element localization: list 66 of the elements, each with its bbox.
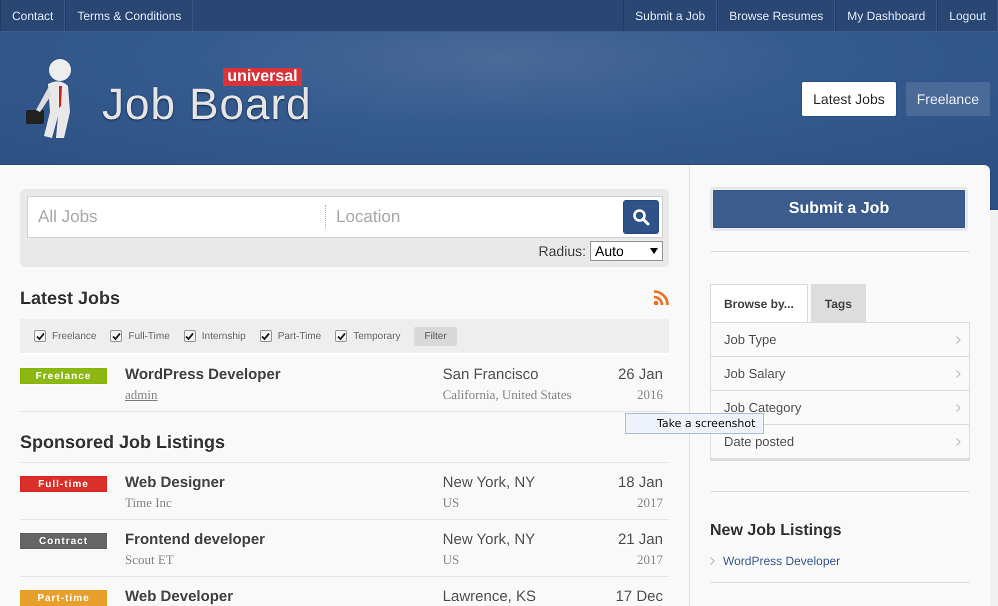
job-title-link[interactable]: Web Developer: [125, 588, 234, 605]
job-year: 2017: [637, 552, 663, 568]
radius-label: Radius:: [538, 243, 586, 259]
submit-job-button[interactable]: Submit a Job: [710, 187, 968, 231]
chevron-icon: [710, 557, 715, 565]
checkbox-label: Internship: [202, 330, 246, 342]
checkbox-label: Freelance: [52, 330, 96, 342]
job-title-link[interactable]: WordPress Developer: [125, 366, 281, 383]
filter-button[interactable]: Filter: [414, 326, 457, 346]
job-title-link[interactable]: Web Designer: [125, 474, 225, 491]
job-date: 21 Jan: [618, 531, 663, 548]
checkbox[interactable]: [335, 330, 348, 342]
checkbox-label: Part-Time: [278, 330, 322, 342]
radius-select[interactable]: Auto: [590, 241, 663, 261]
search-button[interactable]: [623, 200, 659, 234]
nav-link[interactable]: Logout: [937, 0, 998, 31]
job-title-link[interactable]: Frontend developer: [125, 531, 266, 548]
search-icon: [632, 208, 650, 226]
company-name: Scout ET: [125, 552, 174, 568]
checkbox-label: Full-Time: [128, 330, 170, 342]
header-tab[interactable]: Latest Jobs: [802, 82, 896, 116]
browse-tab[interactable]: Tags: [810, 284, 866, 322]
job-year: 2016: [637, 387, 663, 403]
job-city: Lawrence, KS: [442, 588, 536, 605]
nav-link[interactable]: My Dashboard: [835, 0, 938, 31]
sidebar-heading: New Job Listings: [710, 522, 843, 540]
company-name: Time Inc: [125, 495, 172, 511]
job-city: New York, NY: [442, 531, 536, 548]
section-heading: Sponsored Job Listings: [20, 432, 226, 453]
checkbox[interactable]: [184, 330, 196, 342]
nav-link[interactable]: Browse Resumes: [717, 0, 836, 31]
keywords-field[interactable]: All Jobs: [28, 205, 325, 229]
location-field[interactable]: Location: [326, 205, 623, 229]
checkbox[interactable]: [110, 330, 122, 342]
logo-badge: universal: [223, 68, 302, 86]
checkbox[interactable]: [260, 330, 272, 342]
nav-link[interactable]: Submit a Job: [623, 0, 718, 31]
job-type-tag: Freelance: [20, 368, 107, 384]
rss-icon[interactable]: [653, 290, 669, 306]
job-date: 17 Dec: [615, 588, 663, 605]
job-date: 18 Jan: [618, 474, 663, 491]
job-region: US: [442, 495, 460, 511]
tooltip: Take a screenshot: [625, 413, 764, 434]
caret-icon: [650, 248, 658, 254]
browse-tab[interactable]: Browse by...: [710, 284, 808, 322]
job-type-tag: Full-time: [20, 476, 107, 492]
job-type-tag: Part-time: [20, 590, 107, 606]
chevron-icon: [956, 336, 961, 344]
section-heading: Latest Jobs: [20, 288, 120, 308]
job-year: 2017: [637, 495, 663, 511]
checkbox-label: Temporary: [353, 330, 400, 342]
job-region: US: [442, 552, 460, 568]
chevron-icon: [956, 370, 961, 378]
job-city: New York, NY: [442, 474, 536, 491]
job-date: 26 Jan: [618, 366, 663, 383]
job-region: California, United States: [442, 387, 572, 403]
job-type-tag: Contract: [20, 533, 107, 549]
listing-link[interactable]: WordPress Developer: [723, 554, 840, 568]
nav-link[interactable]: Contact: [0, 0, 66, 31]
checkbox[interactable]: [34, 330, 46, 342]
job-city: San Francisco: [442, 366, 539, 383]
chevron-icon: [956, 438, 961, 446]
nav-link[interactable]: Terms & Conditions: [65, 0, 194, 31]
header-tab[interactable]: Freelance: [906, 82, 990, 116]
search-field[interactable]: All Jobs Location: [27, 196, 663, 238]
chevron-icon: [956, 404, 961, 412]
